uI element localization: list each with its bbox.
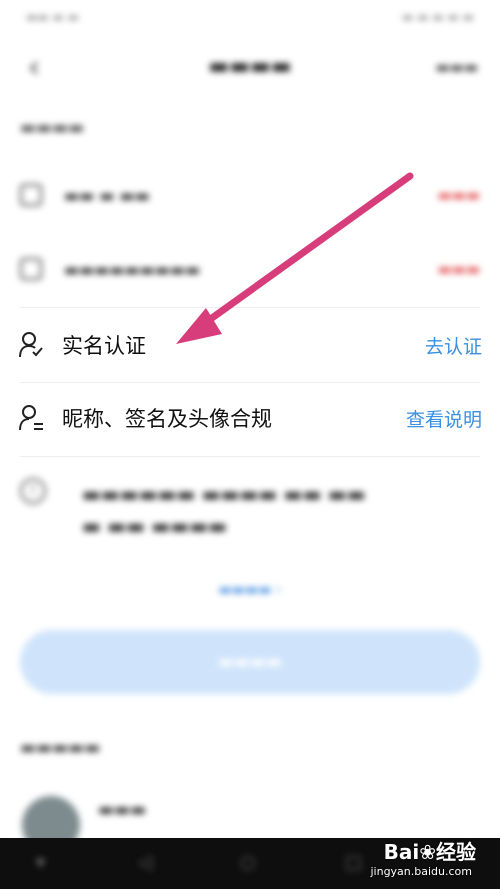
- person-list-icon: [19, 405, 43, 431]
- blurred-row-icon: [20, 258, 42, 280]
- header: ‹ ▬▬▬▬ ▬▬▬: [0, 40, 500, 96]
- nickname-compliance-action[interactable]: 查看说明: [406, 405, 482, 432]
- blurred-row-2: ▬▬▬▬▬▬▬▬▬ ▬▬▬: [20, 254, 480, 284]
- section-title: ▬▬▬▬: [20, 118, 85, 138]
- notice: ! ▬▬▬▬▬▬ ▬▬▬▬ ▬▬ ▬▬ ▬ ▬▬ ▬▬▬▬: [20, 478, 460, 542]
- blurred-row-icon: [20, 184, 42, 206]
- nickname-compliance-row[interactable]: 昵称、签名及头像合规 查看说明: [18, 398, 482, 438]
- status-left: ▬▬ ▬ ▬: [26, 10, 79, 24]
- submit-button[interactable]: ▬▬▬▬: [20, 630, 480, 694]
- divider: [20, 307, 480, 308]
- status-bar: ▬▬ ▬ ▬ ▬ ▬ ▬ ▬ ▬: [0, 0, 500, 34]
- nickname-compliance-label: 昵称、签名及头像合规: [62, 407, 272, 431]
- person-check-icon: [19, 332, 43, 358]
- blurred-row-text: ▬▬▬▬▬▬▬▬▬: [64, 259, 201, 279]
- blurred-row-text: ▬▬ ▬ ▬▬: [64, 185, 150, 205]
- header-action[interactable]: ▬▬▬: [435, 58, 478, 76]
- blurred-row-1: ▬▬ ▬ ▬▬ ▬▬▬: [20, 180, 480, 210]
- nav-recent-icon[interactable]: □: [345, 852, 362, 873]
- notice-text: ▬▬▬▬▬▬ ▬▬▬▬ ▬▬ ▬▬ ▬ ▬▬ ▬▬▬▬: [82, 482, 366, 538]
- blurred-row-status: ▬▬▬: [437, 260, 480, 278]
- verified-accounts-title: ▬▬▬▬▬: [20, 738, 101, 758]
- page-title: ▬▬▬▬: [208, 54, 292, 79]
- divider: [20, 456, 480, 457]
- watermark-url: jingyan.baidu.com: [370, 865, 472, 878]
- account-name: ▬▬▬: [98, 800, 147, 820]
- status-right: ▬ ▬ ▬ ▬ ▬: [402, 10, 474, 24]
- blurred-row-status: ▬▬▬: [437, 186, 480, 204]
- nav-home-icon[interactable]: ○: [240, 852, 256, 873]
- real-name-label: 实名认证: [62, 334, 146, 358]
- real-name-action[interactable]: 去认证: [425, 332, 482, 359]
- nav-back-icon[interactable]: ◁: [138, 852, 152, 873]
- divider: [20, 382, 480, 383]
- nav-menu-icon[interactable]: ▾: [36, 852, 45, 873]
- info-icon: !: [20, 478, 46, 504]
- real-name-row[interactable]: 实名认证 去认证: [18, 325, 482, 365]
- more-link[interactable]: ▬▬▬▬ ›: [0, 582, 500, 598]
- watermark-logo: Bai❀经验: [383, 840, 476, 864]
